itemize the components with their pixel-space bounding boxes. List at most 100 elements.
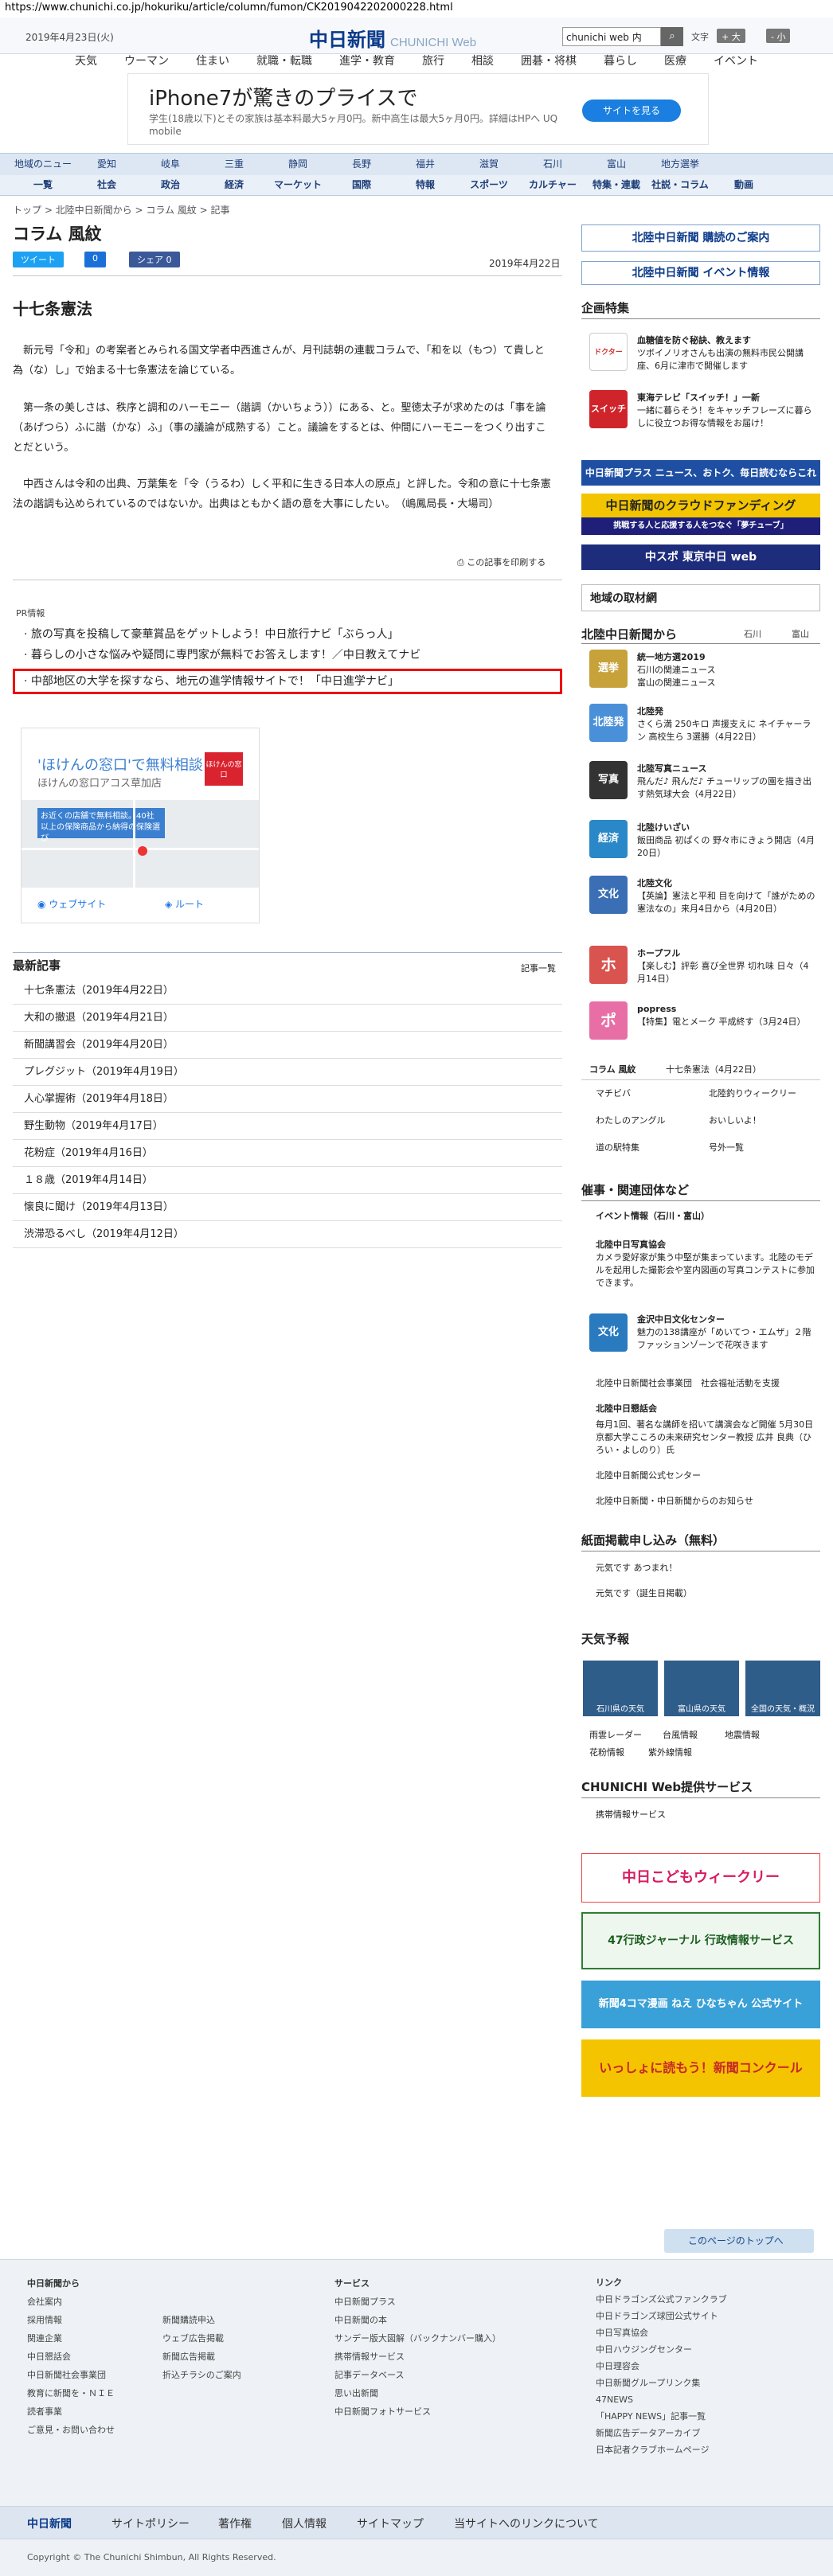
footer-logo[interactable]: 中日新聞	[27, 2516, 72, 2531]
pr-link[interactable]: · 暮らしの小さな悩みや疑問に専門家が無料でお答えします！／中日教えてナビ	[24, 646, 420, 662]
list-item[interactable]: 野生動物（2019年4月17日）	[13, 1113, 562, 1140]
link-item[interactable]: わたしのアングル	[596, 1114, 666, 1126]
search-icon[interactable]: ⌕	[661, 27, 683, 46]
crowdfunding-sub[interactable]: 挑戦する人と応援する人をつなぐ「夢チューブ」	[581, 517, 820, 535]
from-item[interactable]: popress 【特集】電とメーク 平成終す（3月24日）	[637, 1003, 817, 1028]
footer-link[interactable]: 新聞広告掲載	[162, 2348, 241, 2366]
nav-item[interactable]: 囲碁・将棋	[507, 49, 590, 70]
sponsor-link[interactable]: 北陸中日新聞社会事業団 社会福祉活動を支援	[596, 1377, 780, 1389]
footer-link[interactable]: 採用情報	[27, 2311, 115, 2329]
footer-link[interactable]: 折込チラシのご案内	[162, 2366, 241, 2384]
list-item[interactable]: 人心掌握術（2019年4月18日）	[13, 1086, 562, 1113]
hina-chan-ad[interactable]: 新聞4コマ漫画 ねえ ひなちゃん 公式サイト	[581, 1981, 820, 2028]
weather-link[interactable]: 紫外線情報	[648, 1747, 692, 1758]
footer-link[interactable]: 思い出新聞	[334, 2384, 501, 2402]
genre-item[interactable]: 政治	[139, 175, 202, 195]
sponsor-item[interactable]: 金沢中日文化センター 魅力の138講座が「めいてつ・エムザ」２階ファッションゾーン…	[637, 1313, 817, 1352]
from-item[interactable]: 統一地方選2019 石川の関連ニュース 富山の関連ニュース	[637, 651, 817, 689]
subscribe-banner[interactable]: 北陸中日新聞 購読のご案内	[581, 224, 820, 252]
footer-link[interactable]: ウェブ広告掲載	[162, 2329, 241, 2348]
hatena-button[interactable]: 0	[84, 252, 106, 267]
link-item[interactable]: 道の駅特集	[596, 1142, 639, 1153]
footer-link[interactable]: 中日理容会	[596, 2358, 727, 2375]
map-ad[interactable]: 'ほけんの窓口'で無料相談 ほけんの窓口アコス草加店 ほけんの窓口 お近くの店舗…	[21, 728, 260, 923]
list-item[interactable]: 十七条憲法（2019年4月22日）	[13, 978, 562, 1005]
genre-item[interactable]: 特報	[393, 175, 457, 195]
footer-link[interactable]: 中日新聞プラス	[334, 2293, 501, 2311]
footer-link[interactable]: 読者事業	[27, 2402, 115, 2421]
pr-link[interactable]: · 中部地区の大学を探すなら、地元の進学情報サイトで！「中日進学ナビ」	[24, 673, 399, 689]
region-item[interactable]: 地域のニュース	[11, 154, 75, 190]
back-to-top-button[interactable]: このページのトップへ	[664, 2229, 814, 2253]
footer-link[interactable]: 中日新聞フォトサービス	[334, 2402, 501, 2421]
sponsor-link[interactable]: 北陸中日新聞公式センター	[596, 1469, 701, 1481]
region-item[interactable]: 滋賀	[457, 154, 521, 175]
list-item[interactable]: 新聞講習会（2019年4月20日）	[13, 1032, 562, 1059]
nav-item[interactable]: 天気	[61, 49, 111, 70]
newspaper-contest-ad[interactable]: いっしょに読もう！新聞コンクール	[581, 2039, 820, 2097]
footer-link[interactable]: 中日写真協会	[596, 2324, 727, 2341]
link-item[interactable]: おいしいよ！	[709, 1114, 761, 1126]
sponsor-link[interactable]: 北陸中日新聞・中日新聞からのお知らせ	[596, 1495, 753, 1507]
nav-item[interactable]: 旅行	[409, 49, 458, 70]
feature-item[interactable]: 血糖値を防ぐ秘訣、教えます ツボイノリオさんも出演の無料市民公開講座、6月に津市で…	[637, 334, 817, 373]
nav-item[interactable]: イベント	[700, 49, 772, 70]
footer-link[interactable]: 中日新聞社会事業団	[27, 2366, 115, 2384]
column-latest-link[interactable]: 十七条憲法（4月22日）	[666, 1064, 761, 1075]
nav-item[interactable]: 医療	[651, 49, 700, 70]
tab-ishikawa[interactable]: 石川	[744, 627, 761, 640]
tweet-button[interactable]: ツイート	[13, 252, 64, 267]
region-item[interactable]: 富山	[585, 154, 648, 175]
weather-tile-ishikawa[interactable]: 石川県の天気	[583, 1661, 658, 1716]
font-larger-button[interactable]: + 大	[717, 29, 745, 43]
footer-bar-link[interactable]: 当サイトへのリンクについて	[454, 2516, 599, 2531]
tab-toyama[interactable]: 富山	[792, 627, 809, 640]
genre-item[interactable]: 動画	[712, 175, 776, 195]
list-item[interactable]: プレグジット（2019年4月19日）	[13, 1059, 562, 1086]
genre-item[interactable]: カルチャー	[521, 175, 585, 195]
feature-item[interactable]: 東海テレビ「スイッチ！」一新 一緒に暮らそう！をキャッチフレーズに暮らしに役立つお…	[637, 392, 817, 430]
region-item[interactable]: 三重	[202, 154, 266, 175]
region-item[interactable]: 岐阜	[139, 154, 202, 175]
footer-bar-link[interactable]: サイトポリシー	[111, 2516, 190, 2531]
search-input[interactable]: chunichi web 内	[562, 27, 661, 46]
nav-item[interactable]: ウーマン	[111, 49, 182, 70]
nav-item[interactable]: 暮らし	[590, 49, 651, 70]
from-item[interactable]: 北陸写真ニュース 飛んだ♪ 飛んだ♪ チューリップの園を描き出す熱気球大会（4月2…	[637, 763, 817, 801]
footer-link[interactable]: 携帯情報サービス	[334, 2348, 501, 2366]
chuspo-banner[interactable]: 中スポ 東京中日 web	[581, 544, 820, 570]
nav-item[interactable]: 進学・教育	[326, 49, 409, 70]
weather-link[interactable]: 台風情報	[663, 1729, 698, 1741]
link-item[interactable]: マチビバ	[596, 1087, 631, 1099]
from-item[interactable]: 北陸文化 【英論】憲法と平和 目を向けて「誰がための憲法なの」来月4日から（4月2…	[637, 877, 817, 915]
footer-link[interactable]: 会社案内	[27, 2293, 115, 2311]
weather-link[interactable]: 花粉情報	[589, 1747, 624, 1758]
footer-link[interactable]: 中日ドラゴンズ球団公式サイト	[596, 2308, 727, 2324]
footer-link[interactable]: 記事データベース	[334, 2366, 501, 2384]
column-link[interactable]: コラム 風紋	[589, 1064, 636, 1075]
genre-item[interactable]: 経済	[202, 175, 266, 195]
weather-link[interactable]: 雨雲レーダー	[589, 1729, 642, 1741]
event-banner[interactable]: 北陸中日新聞 イベント情報	[581, 261, 820, 285]
footer-link[interactable]: 中日新聞の本	[334, 2311, 501, 2329]
genre-item[interactable]: 一覧	[11, 175, 75, 195]
site-logo[interactable]: 中日新聞 CHUNICHI Web	[309, 24, 476, 52]
footer-link[interactable]: 新聞購読申込	[162, 2311, 241, 2329]
nav-item[interactable]: 住まい	[182, 49, 243, 70]
sponsor-item[interactable]: 北陸中日写真協会 カメラ愛好家が集う中堅が集まっています。北陸のモデルを起用した撮…	[596, 1239, 817, 1290]
genre-item[interactable]: 国際	[330, 175, 393, 195]
pr-link[interactable]: · 旅の写真を投稿して豪華賞品をゲットしよう！中日旅行ナビ「ぶらっ人」	[24, 626, 398, 642]
region-item[interactable]: 静岡	[266, 154, 330, 175]
footer-bar-link[interactable]: 著作権	[218, 2516, 252, 2531]
link-item[interactable]: 北陸釣りウィークリー	[709, 1087, 796, 1099]
list-item[interactable]: 大和の撤退（2019年4月21日）	[13, 1005, 562, 1032]
sponsor-event-link[interactable]: イベント情報（石川・富山）	[596, 1210, 710, 1222]
top-ad-banner[interactable]: iPhone7が驚きのプライスで 学生(18歳以下)とその家族は基本料最大5ヶ月…	[127, 73, 709, 145]
region-item[interactable]: 石川	[521, 154, 585, 175]
gyosei-journal-ad[interactable]: 47行政ジャーナル 行政情報サービス	[581, 1912, 820, 1969]
ad-button[interactable]: サイトを見る	[582, 100, 681, 122]
local-network-title[interactable]: 地域の取材網	[581, 584, 820, 611]
footer-link[interactable]: 関連企業	[27, 2329, 115, 2348]
plus-banner[interactable]: 中日新聞プラス ニュース、おトク、毎日読むならこれ	[581, 460, 820, 486]
kodomo-weekly-ad[interactable]: 中日こどもウィークリー	[581, 1853, 820, 1903]
